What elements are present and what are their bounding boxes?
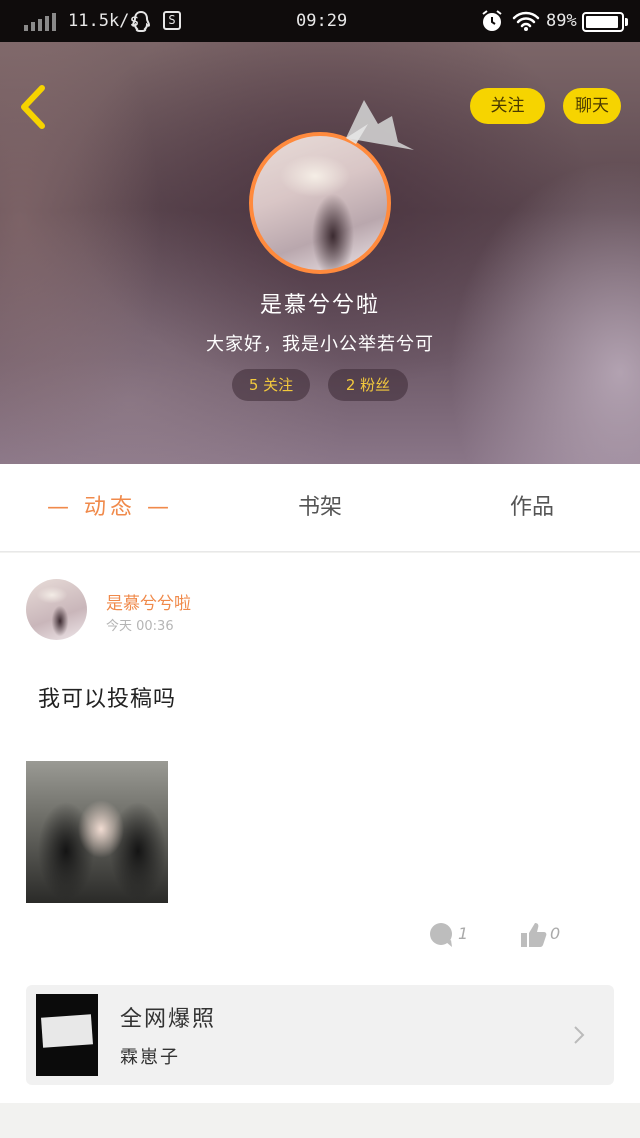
network-speed: 11.5k/s xyxy=(68,11,140,31)
profile-nickname: 是慕兮兮啦 xyxy=(259,293,380,318)
post-text: 我可以投稿吗 xyxy=(38,687,177,712)
tab-bookshelf[interactable]: 书架 xyxy=(270,464,370,552)
signal-icon xyxy=(24,13,58,31)
chat-button[interactable]: 聊天 xyxy=(563,88,621,124)
post-author-name[interactable]: 是慕兮兮啦 xyxy=(106,589,191,614)
like-button[interactable]: 0 xyxy=(520,921,570,951)
thumbs-up-icon xyxy=(521,923,547,947)
qq-icon xyxy=(131,10,151,32)
post-image[interactable] xyxy=(26,761,168,903)
profile-bio: 大家好，我是小公举若兮可 xyxy=(206,334,434,355)
like-count: 0 xyxy=(550,924,561,943)
crown-icon xyxy=(346,100,414,150)
profile-header: 关注 聊天 是慕兮兮啦 大家好，我是小公举若兮可 5 关注 2 粉丝 xyxy=(0,42,640,464)
clock: 09:29 xyxy=(296,11,348,31)
fans-count[interactable]: 2 粉丝 xyxy=(328,369,408,401)
wifi-icon xyxy=(512,11,540,31)
battery-percent: 89% xyxy=(546,11,577,31)
comment-button[interactable]: 1 xyxy=(428,921,478,951)
battery-icon xyxy=(582,12,628,32)
following-count[interactable]: 5 关注 xyxy=(232,369,310,401)
linked-book[interactable]: 全网爆照 霖崽子 xyxy=(26,985,614,1085)
status-bar: 11.5k/s S 09:29 89% xyxy=(0,0,640,42)
book-author: 霖崽子 xyxy=(120,1047,180,1068)
comment-icon xyxy=(430,923,452,947)
tab-dynamic[interactable]: — 动态 — xyxy=(40,464,180,552)
chevron-right-icon xyxy=(574,1026,585,1044)
follow-button[interactable]: 关注 xyxy=(470,88,545,124)
post-card: 是慕兮兮啦 今天 00:36 我可以投稿吗 1 0 全网爆照 霖崽子 xyxy=(0,553,640,1103)
post-time: 今天 00:36 xyxy=(106,619,174,634)
alarm-icon xyxy=(482,10,502,31)
profile-tabs: — 动态 — 书架 作品 xyxy=(0,464,640,552)
post-author-avatar[interactable] xyxy=(26,579,87,640)
book-cover xyxy=(36,994,98,1076)
s-app-icon: S xyxy=(163,11,181,30)
tab-works[interactable]: 作品 xyxy=(482,464,582,552)
book-title: 全网爆照 xyxy=(120,1007,217,1032)
comment-count: 1 xyxy=(458,924,469,943)
back-chevron-icon[interactable] xyxy=(16,84,50,130)
